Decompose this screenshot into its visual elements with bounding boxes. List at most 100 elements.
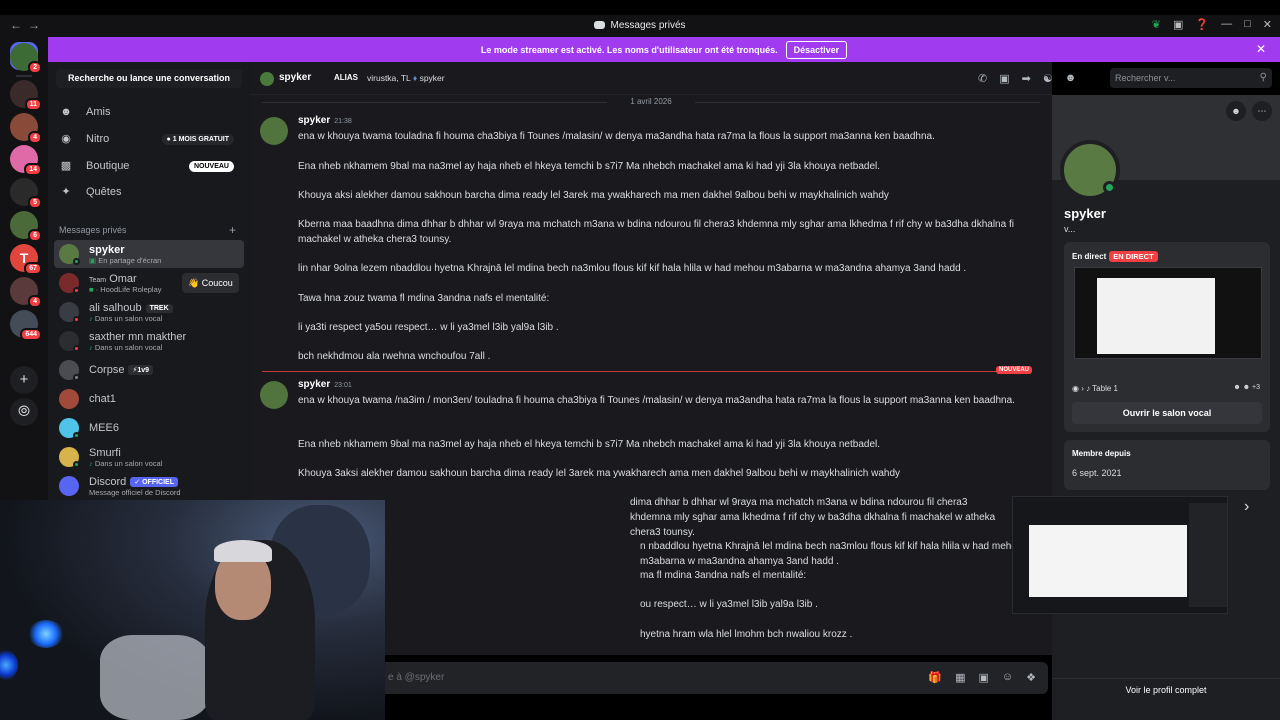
screen-share-icon: ▣ bbox=[89, 256, 97, 265]
message-author[interactable]: spyker 23:01 bbox=[298, 379, 352, 390]
open-voice-channel-button[interactable]: Ouvrir le salon vocal bbox=[1072, 402, 1262, 424]
dm-status-text: Dans un salon vocal bbox=[94, 314, 163, 323]
couch-image bbox=[100, 635, 210, 720]
nav-shop[interactable]: ▩ Boutique NOUVEAU bbox=[54, 154, 244, 178]
stream-preview[interactable] bbox=[1074, 267, 1262, 359]
discover-icon[interactable]: ⦾ bbox=[10, 398, 38, 426]
screenshare-popout[interactable] bbox=[1012, 496, 1228, 614]
mention-badge: 644 bbox=[20, 328, 42, 341]
close-window-button[interactable]: ✕ bbox=[1263, 18, 1272, 31]
pin-icon[interactable]: ➡ bbox=[1022, 72, 1031, 85]
avatar bbox=[59, 389, 79, 409]
avatar bbox=[260, 72, 274, 86]
server-icon[interactable]: 5 bbox=[10, 178, 42, 209]
avatar[interactable] bbox=[260, 381, 288, 409]
server-icon[interactable]: 2 bbox=[10, 43, 42, 74]
search-input[interactable]: Rechercher v... ⚲ bbox=[1110, 68, 1272, 88]
live-card: En direct EN DIRECT ◉ › ♪ Table 1 ☻ ☻ +3 … bbox=[1064, 242, 1270, 432]
server-icon[interactable]: 14 bbox=[10, 145, 42, 176]
mention-badge: 67 bbox=[24, 262, 42, 275]
blue-light bbox=[28, 620, 64, 648]
search-icon: ⚲ bbox=[1259, 72, 1267, 83]
friends-icon: ☻ bbox=[60, 106, 72, 118]
sticker-icon[interactable]: ▣ bbox=[978, 671, 988, 684]
view-full-profile-button[interactable]: Voir le profil complet bbox=[1052, 678, 1280, 700]
dm-status: ♪ Dans un salon vocal bbox=[89, 343, 162, 352]
message-text: li ya3ti respect ya5ou respect… w li ya3… bbox=[298, 322, 559, 333]
apps-icon[interactable]: ❖ bbox=[1026, 671, 1036, 684]
mention-badge: 4 bbox=[28, 295, 42, 308]
dm-item-mee6[interactable]: MEE6 bbox=[54, 414, 244, 442]
nav-friends[interactable]: ☻ Amis bbox=[54, 100, 244, 124]
message-text: Kberna maa baadhna dima dhhar b dhhar wl… bbox=[298, 219, 1014, 245]
dm-item-smurfi[interactable]: Smurfi ♪ Dans un salon vocal bbox=[54, 443, 244, 471]
message-timestamp: 21:38 bbox=[334, 118, 352, 125]
nitro-promo-text: 1 MOIS GRATUIT bbox=[172, 135, 229, 143]
leaf-icon[interactable]: ❦ bbox=[1152, 18, 1161, 31]
disable-streamer-button[interactable]: Désactiver bbox=[785, 40, 848, 59]
dm-name: Team Omar bbox=[89, 273, 137, 285]
status-online-icon bbox=[1103, 181, 1116, 194]
status-online-icon bbox=[73, 461, 80, 468]
server-icon[interactable]: T 67 bbox=[10, 244, 42, 275]
dm-item-chat1[interactable]: chat1 bbox=[54, 385, 244, 413]
dm-item-spyker[interactable]: spyker ▣ En partage d'écran bbox=[54, 240, 244, 268]
dm-item-discord[interactable]: Discord ✓ OFFICIEL Message officiel de Di… bbox=[54, 472, 244, 500]
dm-name: Smurfi bbox=[89, 447, 121, 459]
channel-members: ☻ ☻ +3 bbox=[1233, 384, 1260, 391]
server-icon[interactable]: 4 bbox=[10, 277, 42, 308]
dm-item-saxther[interactable]: saxther mn makther ♪ Dans un salon vocal bbox=[54, 327, 244, 355]
nav-nitro[interactable]: ◉ Nitro ● 1 MOIS GRATUIT bbox=[54, 127, 244, 151]
gift-icon[interactable]: 🎁 bbox=[928, 671, 942, 684]
voice-icon: ♪ bbox=[89, 343, 93, 352]
search-conversation-button[interactable]: Recherche ou lance une conversation bbox=[56, 69, 242, 88]
new-messages-divider: NOUVEAU bbox=[262, 366, 1032, 374]
minimize-button[interactable]: — bbox=[1221, 18, 1232, 31]
inbox-icon[interactable]: ▣ bbox=[1173, 18, 1183, 31]
voice-channel-row: ◉ › ♪ Table 1 bbox=[1072, 384, 1118, 393]
message-author[interactable]: spyker 21:38 bbox=[298, 115, 352, 126]
mention-badge: 6 bbox=[28, 229, 42, 242]
dm-status-text: HoodLife Roleplay bbox=[100, 285, 162, 294]
more-options-icon[interactable]: ⋯ bbox=[1252, 101, 1272, 121]
maximize-button[interactable]: □ bbox=[1244, 18, 1251, 31]
add-friends-icon[interactable]: ☯ bbox=[1043, 72, 1053, 85]
profile-avatar[interactable] bbox=[1060, 140, 1120, 200]
streamer-cap bbox=[214, 540, 272, 562]
mention-badge: 4 bbox=[28, 131, 42, 144]
mention-badge: 14 bbox=[24, 163, 42, 176]
wave-button[interactable]: 👋 Coucou bbox=[182, 273, 239, 293]
create-dm-icon[interactable]: + bbox=[229, 223, 236, 237]
message-text: ena w khouya twama touladna fi houma cha… bbox=[298, 131, 935, 142]
dm-item-corpse[interactable]: Corpse ⚡1v9 bbox=[54, 356, 244, 384]
dm-name-text: Corpse bbox=[89, 364, 125, 376]
add-friend-icon[interactable]: ☻ bbox=[1226, 101, 1246, 121]
webcam-overlay bbox=[0, 500, 385, 720]
gif-icon[interactable]: ▦ bbox=[955, 671, 965, 684]
dm-status: ▣ En partage d'écran bbox=[89, 256, 161, 265]
profile-panel: ☻ ⋯ spyker v... En direct EN DIRECT ◉ › ♪… bbox=[1052, 95, 1280, 720]
server-icon[interactable]: 6 bbox=[10, 211, 42, 242]
close-icon[interactable]: ✕ bbox=[1256, 42, 1266, 56]
help-icon[interactable]: ❓ bbox=[1195, 18, 1209, 31]
member-since-date: 6 sept. 2021 bbox=[1072, 468, 1122, 478]
chevron-right-icon[interactable]: › bbox=[1244, 498, 1249, 516]
voice-call-icon[interactable]: ✆ bbox=[978, 72, 987, 85]
message-text: ou respect… w li ya3mel l3ib yal9a l3ib … bbox=[640, 599, 818, 610]
chat-username[interactable]: spyker bbox=[279, 72, 311, 83]
video-call-icon[interactable]: ▣ bbox=[999, 72, 1009, 85]
new-messages-badge: NOUVEAU bbox=[995, 366, 1032, 374]
dm-name: chat1 bbox=[89, 393, 116, 405]
banner-text: Le mode streamer est activé. Les noms d'… bbox=[480, 44, 778, 55]
user-profile-icon[interactable]: ☻ bbox=[1065, 72, 1077, 85]
nav-quests[interactable]: ✦ Quêtes bbox=[54, 180, 244, 204]
avatar[interactable] bbox=[260, 117, 288, 145]
emoji-icon[interactable]: ☺ bbox=[1002, 671, 1013, 684]
server-icon[interactable]: 11 bbox=[10, 80, 42, 111]
server-icon[interactable]: 4 bbox=[10, 113, 42, 144]
add-server-icon[interactable]: + bbox=[10, 366, 38, 394]
official-tag-text: OFFICIEL bbox=[142, 479, 174, 486]
server-icon[interactable]: 644 bbox=[10, 310, 42, 341]
wave-button-label: Coucou bbox=[201, 278, 233, 288]
dm-item-ali-salhoub[interactable]: ali salhoub TREK ♪ Dans un salon vocal bbox=[54, 298, 244, 326]
